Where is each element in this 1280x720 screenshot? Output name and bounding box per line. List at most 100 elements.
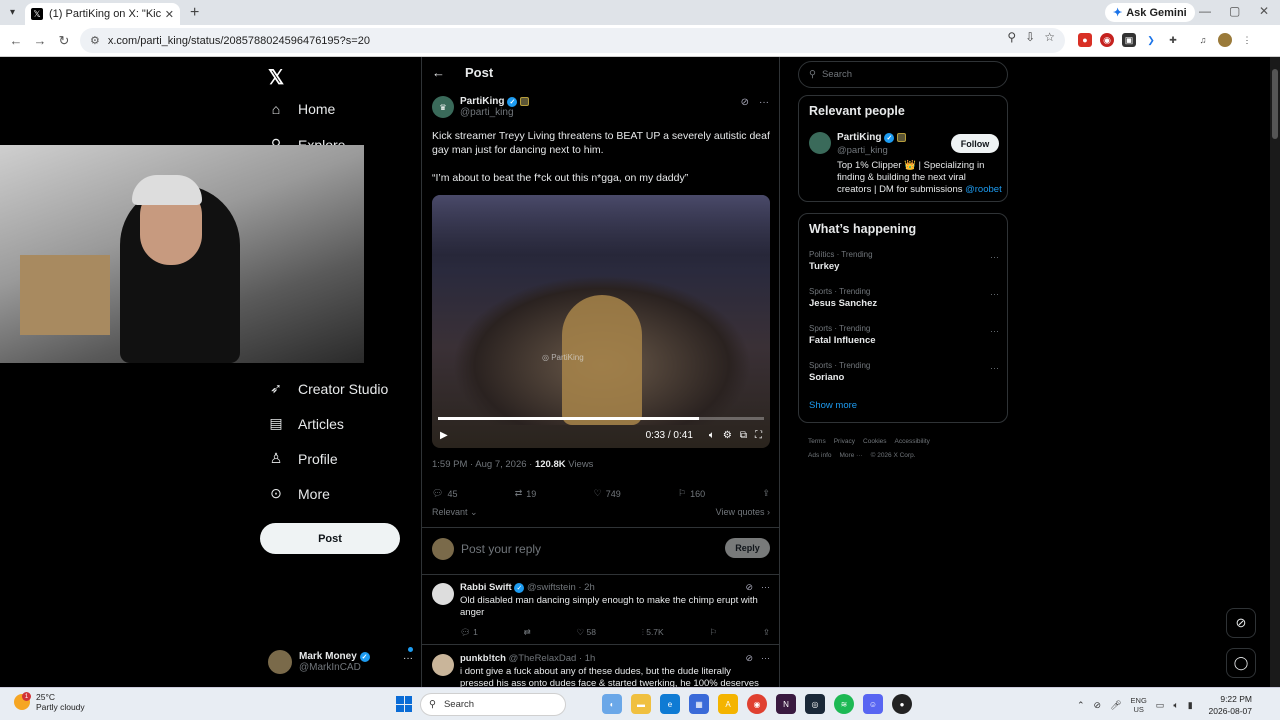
grok-icon[interactable]: ⊘	[741, 97, 749, 108]
page-scrollbar[interactable]	[1270, 57, 1280, 687]
grok-float-button[interactable]: ⊘	[1226, 608, 1256, 638]
volume-icon[interactable]: 🔈︎	[709, 430, 715, 441]
author-avatar[interactable]: ♛	[432, 96, 454, 118]
discord-app-icon[interactable]: ☺	[863, 694, 883, 714]
maximize-button[interactable]: ▢	[1229, 4, 1240, 18]
reply-more-icon[interactable]: ···	[761, 582, 770, 593]
network-off-icon[interactable]: ⊘	[1094, 700, 1102, 711]
new-tab-button[interactable]: +	[190, 4, 199, 22]
weather-widget[interactable]: 1 25°C Partly cloudy	[14, 692, 85, 712]
post-more-icon[interactable]: ···	[759, 97, 769, 108]
repost-action[interactable]: ⇄	[524, 627, 531, 638]
extension-square-icon[interactable]: ▣	[1122, 33, 1136, 47]
bookmark-action[interactable]: ⚐ 160	[678, 488, 705, 499]
trend-item[interactable]: Sports · Trending Fatal Influence ···	[809, 324, 999, 346]
play-icon[interactable]: ▶	[440, 430, 448, 441]
media-control-icon[interactable]: ♫	[1196, 33, 1210, 47]
speaker-icon[interactable]: 🔈︎	[1173, 700, 1178, 711]
extension-adblock-icon[interactable]: ◉	[1100, 33, 1114, 47]
scrollbar-thumb[interactable]	[1272, 69, 1278, 139]
zoom-icon[interactable]: ⚲	[1007, 30, 1016, 44]
edge-browser-icon[interactable]: e	[660, 694, 680, 714]
share-icon[interactable]: ⇪	[762, 488, 770, 499]
reply-item[interactable]: punkb!tch @TheRelaxDad · 1h ⊘ ··· i dont …	[422, 646, 780, 687]
reply-more-icon[interactable]: ···	[761, 653, 770, 664]
nexxt-app-icon[interactable]: N	[776, 694, 796, 714]
share-icon[interactable]: ⇪	[763, 627, 770, 638]
grok-icon[interactable]: ⊘	[745, 582, 753, 593]
obs-app-icon[interactable]: ●	[892, 694, 912, 714]
extension-record-icon[interactable]: ●	[1078, 33, 1092, 47]
extension-audio-icon[interactable]: ❯	[1144, 33, 1158, 47]
post-author[interactable]: ♛ PartiKing ✓ @parti_king	[432, 96, 530, 118]
reload-button[interactable]: ↻	[52, 33, 76, 49]
post-button[interactable]: Post	[260, 523, 400, 554]
ask-gemini-button[interactable]: ✦ Ask Gemini	[1105, 3, 1195, 22]
tab-close-icon[interactable]: ✕	[165, 8, 174, 21]
nav-home[interactable]: ⌂ Home	[268, 101, 336, 117]
close-window-button[interactable]: ✕	[1259, 4, 1269, 18]
nav-profile[interactable]: ♙ Profile	[268, 450, 338, 467]
nav-more[interactable]: ⊙ More	[268, 485, 330, 502]
autocad-app-icon[interactable]: A	[718, 694, 738, 714]
spotify-app-icon[interactable]: ≋	[834, 694, 854, 714]
trend-more-icon[interactable]: ···	[990, 326, 999, 336]
chrome-menu-icon[interactable]: ⋮	[1240, 33, 1254, 47]
reply-action[interactable]: 💬︎ 45	[432, 488, 457, 499]
nav-articles[interactable]: ▤ Articles	[268, 415, 344, 432]
taskbar-clock[interactable]: 9:22 PM 2026-08-07	[1208, 693, 1252, 717]
avatar[interactable]	[432, 583, 454, 605]
like-action[interactable]: ♡ 58	[577, 627, 596, 638]
repost-action[interactable]: ⇄ 19	[515, 488, 537, 499]
reply-item[interactable]: Rabbi Swift ✓ @swiftstein · 2h ⊘ ··· Old …	[422, 575, 780, 645]
bookmark-star-icon[interactable]: ☆	[1044, 30, 1055, 44]
footer-privacy-link[interactable]: Privacy	[834, 438, 855, 445]
nav-creator-studio[interactable]: ➶ Creator Studio	[268, 380, 388, 397]
install-app-icon[interactable]: ⇩	[1025, 30, 1035, 44]
address-bar[interactable]: ⚙ x.com/parti_king/status/20857880245964…	[80, 28, 1065, 53]
footer-cookies-link[interactable]: Cookies	[863, 438, 886, 445]
trend-item[interactable]: Sports · Trending Jesus Sanchez ···	[809, 287, 999, 309]
search-input[interactable]: ⚲ Search	[798, 61, 1008, 88]
messages-float-button[interactable]: ◯	[1226, 648, 1256, 678]
trend-more-icon[interactable]: ···	[990, 363, 999, 373]
video-player[interactable]: ◎ PartiKing ▶ 0:33 / 0:41 🔈︎ ⚙ ⧉ ⛶	[432, 195, 770, 448]
photos-app-icon[interactable]: ◐	[602, 694, 622, 714]
follow-button[interactable]: Follow	[951, 134, 999, 153]
microphone-icon[interactable]: 🎤︎	[1110, 700, 1121, 711]
footer-more-link[interactable]: More ···	[840, 452, 863, 459]
pip-icon[interactable]: ⧉	[740, 430, 747, 441]
minimize-button[interactable]: —	[1199, 4, 1211, 18]
view-quotes-link[interactable]: View quotes ›	[716, 507, 770, 518]
avatar[interactable]	[432, 654, 454, 676]
profile-avatar-icon[interactable]	[1218, 33, 1232, 47]
footer-terms-link[interactable]: Terms	[808, 438, 826, 445]
forward-button[interactable]: →	[28, 33, 52, 48]
x-logo-icon[interactable]: 𝕏	[268, 65, 284, 90]
file-explorer-icon[interactable]: ▬	[631, 694, 651, 714]
back-arrow-icon[interactable]: ←	[432, 65, 445, 80]
fullscreen-icon[interactable]: ⛶	[755, 430, 762, 441]
post-timestamp[interactable]: 1:59 PM · Aug 7, 2026 ·	[432, 459, 535, 470]
chrome-app-icon[interactable]: ◉	[747, 694, 767, 714]
reply-action[interactable]: 💬︎ 1	[460, 627, 478, 638]
trend-item[interactable]: Politics · Trending Turkey ···	[809, 250, 999, 272]
settings-gear-icon[interactable]: ⚙	[723, 430, 732, 441]
sort-dropdown[interactable]: Relevant ⌄	[432, 507, 478, 518]
tray-overflow-icon[interactable]: ⌃	[1077, 700, 1085, 711]
bookmark-icon[interactable]: ⚐	[709, 627, 717, 638]
reply-input[interactable]: Post your reply	[461, 542, 541, 556]
taskbar-search[interactable]: ⚲ Search	[420, 693, 566, 716]
reply-button[interactable]: Reply	[725, 538, 770, 558]
bio-link[interactable]: @roobet	[965, 184, 1002, 195]
footer-ads-info-link[interactable]: Ads info	[808, 452, 832, 459]
like-action[interactable]: ♡ 749	[594, 488, 621, 499]
tab-search-button[interactable]: ▾	[0, 0, 25, 25]
battery-icon[interactable]: ▮	[1188, 700, 1193, 711]
avatar[interactable]	[809, 132, 831, 154]
trend-more-icon[interactable]: ···	[990, 289, 999, 299]
show-more-link[interactable]: Show more	[809, 400, 857, 411]
back-button[interactable]: ←	[4, 33, 28, 48]
account-switcher[interactable]: Mark Money ✓ @MarkInCAD ···	[268, 647, 413, 677]
trend-item[interactable]: Sports · Trending Soriano ···	[809, 361, 999, 383]
